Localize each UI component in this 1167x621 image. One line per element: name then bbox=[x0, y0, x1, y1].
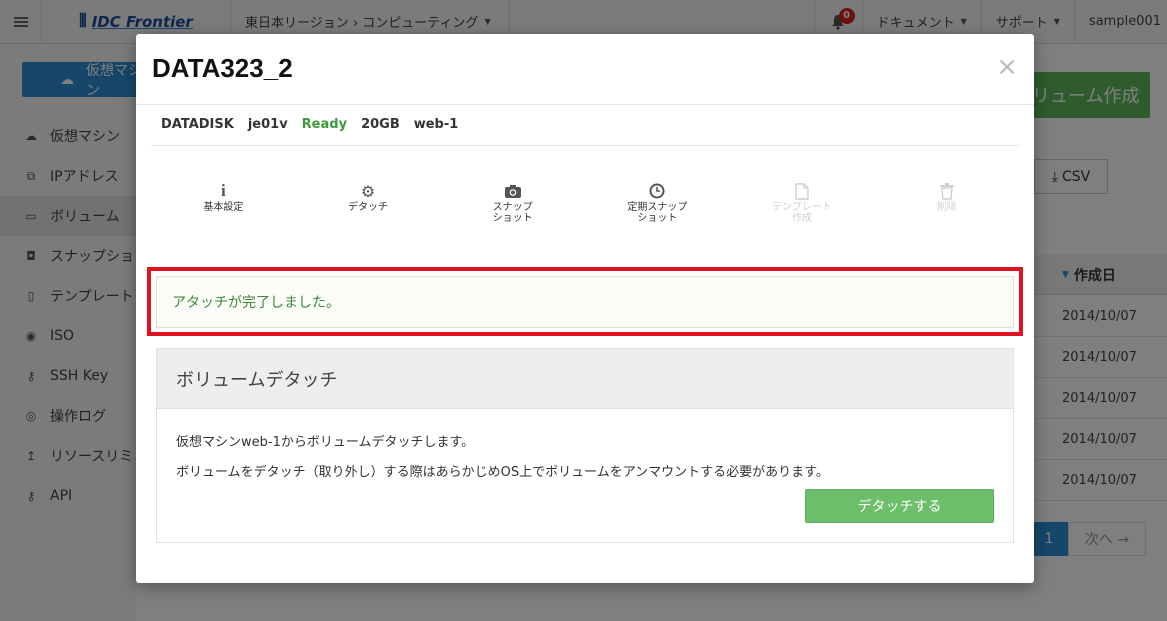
action-label: 削除 bbox=[936, 202, 957, 213]
info-icon: i bbox=[220, 181, 226, 200]
delete-action: 削除 bbox=[874, 180, 1019, 224]
basic-settings-action[interactable]: i 基本設定 bbox=[151, 180, 296, 224]
scheduled-snapshot-action[interactable]: 定期スナップ ショット bbox=[585, 180, 730, 224]
volume-vm: web-1 bbox=[413, 117, 459, 132]
detach-warning: ボリュームをデタッチ（取り外し）する際はあらかじめOS上でボリュームをアンマウン… bbox=[176, 465, 829, 480]
detach-button[interactable]: デタッチする bbox=[805, 489, 994, 523]
detach-action[interactable]: ⚙ デタッチ bbox=[296, 180, 441, 224]
volume-modal: DATA323_2 × DATADISK je01v Ready 20GB we… bbox=[136, 34, 1034, 583]
file-icon bbox=[795, 180, 809, 202]
action-toolbar: i 基本設定 ⚙ デタッチ スナップ ショット 定期スナップ ショット テンプレ… bbox=[151, 180, 1019, 224]
detach-description: 仮想マシンweb-1からボリュームデタッチします。 bbox=[176, 435, 475, 450]
panel-heading: ボリュームデタッチ bbox=[157, 349, 1013, 409]
action-label: 基本設定 bbox=[203, 202, 244, 213]
modal-header: DATA323_2 × bbox=[136, 34, 1034, 105]
clock-icon bbox=[649, 180, 665, 202]
divider bbox=[151, 145, 1019, 146]
panel-heading-text: ボリュームデタッチ bbox=[176, 369, 338, 391]
modal-title: DATA323_2 bbox=[152, 53, 293, 83]
detach-panel: ボリュームデタッチ 仮想マシンweb-1からボリュームデタッチします。 ボリュー… bbox=[156, 348, 1014, 543]
volume-size: 20GB bbox=[361, 117, 400, 132]
action-label: スナップ ショット bbox=[492, 202, 533, 224]
close-button[interactable]: × bbox=[996, 54, 1018, 80]
create-template-action: テンプレート 作成 bbox=[730, 180, 875, 224]
volume-properties: DATADISK je01v Ready 20GB web-1 bbox=[161, 117, 458, 132]
action-label: 定期スナップ ショット bbox=[627, 202, 688, 224]
action-label: テンプレート 作成 bbox=[772, 202, 832, 224]
volume-zone: je01v bbox=[247, 117, 288, 132]
camera-icon bbox=[504, 180, 522, 202]
gear-icon: ⚙ bbox=[360, 181, 376, 201]
trash-icon bbox=[940, 180, 954, 202]
action-label: デタッチ bbox=[348, 202, 388, 213]
detach-button-label: デタッチする bbox=[857, 499, 942, 515]
volume-type: DATADISK bbox=[161, 117, 234, 132]
highlight-box bbox=[147, 267, 1023, 336]
snapshot-action[interactable]: スナップ ショット bbox=[440, 180, 585, 224]
volume-status: Ready bbox=[301, 117, 348, 132]
